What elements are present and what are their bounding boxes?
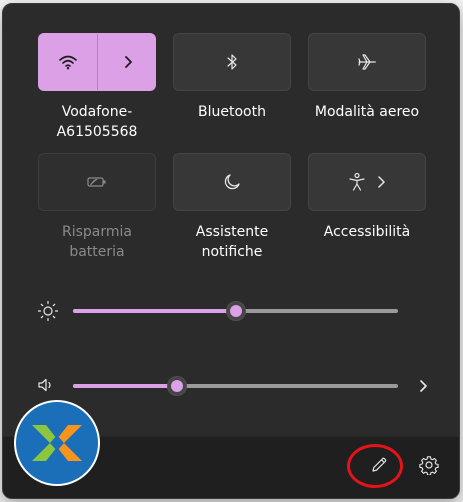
volume-slider[interactable] — [73, 376, 398, 396]
app-logo-icon — [32, 425, 82, 461]
battery-saver-tile[interactable] — [38, 153, 156, 211]
wifi-icon — [59, 55, 77, 70]
bluetooth-label: Bluetooth — [198, 104, 266, 120]
chevron-right-icon — [420, 380, 427, 392]
volume-fill — [73, 384, 177, 388]
focus-assist-label: Assistente notifiche — [195, 224, 269, 260]
brightness-thumb[interactable] — [225, 301, 246, 321]
chevron-right-icon — [378, 176, 385, 188]
chevron-right-icon — [124, 56, 132, 68]
accessibility-tile[interactable] — [308, 153, 426, 211]
wifi-toggle[interactable] — [39, 34, 97, 90]
airplane-icon — [358, 54, 376, 70]
edit-highlight-circle — [347, 444, 403, 488]
wifi-label: Vodafone- A61505568 — [56, 104, 138, 140]
settings-button[interactable] — [415, 451, 443, 479]
bluetooth-icon — [227, 54, 237, 70]
airplane-mode-label: Modalità aereo — [314, 104, 420, 120]
moon-icon — [224, 174, 240, 190]
brightness-slider[interactable] — [73, 301, 398, 321]
wifi-tile[interactable] — [38, 33, 156, 91]
brightness-fill — [73, 309, 236, 313]
wifi-expand-button[interactable] — [98, 34, 155, 90]
bluetooth-tile[interactable] — [173, 33, 291, 91]
airplane-mode-tile[interactable] — [308, 33, 426, 91]
volume-thumb[interactable] — [167, 376, 187, 396]
focus-assist-tile[interactable] — [173, 153, 291, 211]
speaker-icon — [38, 378, 51, 392]
app-logo — [14, 400, 100, 486]
battery-saver-icon — [87, 177, 106, 187]
accessibility-icon — [349, 172, 365, 191]
gear-icon — [419, 456, 439, 475]
battery-saver-label: Risparmia batteria — [62, 224, 132, 260]
volume-expand-button[interactable] — [413, 376, 433, 396]
accessibility-label: Accessibilità — [323, 224, 411, 240]
sun-icon — [37, 300, 59, 322]
